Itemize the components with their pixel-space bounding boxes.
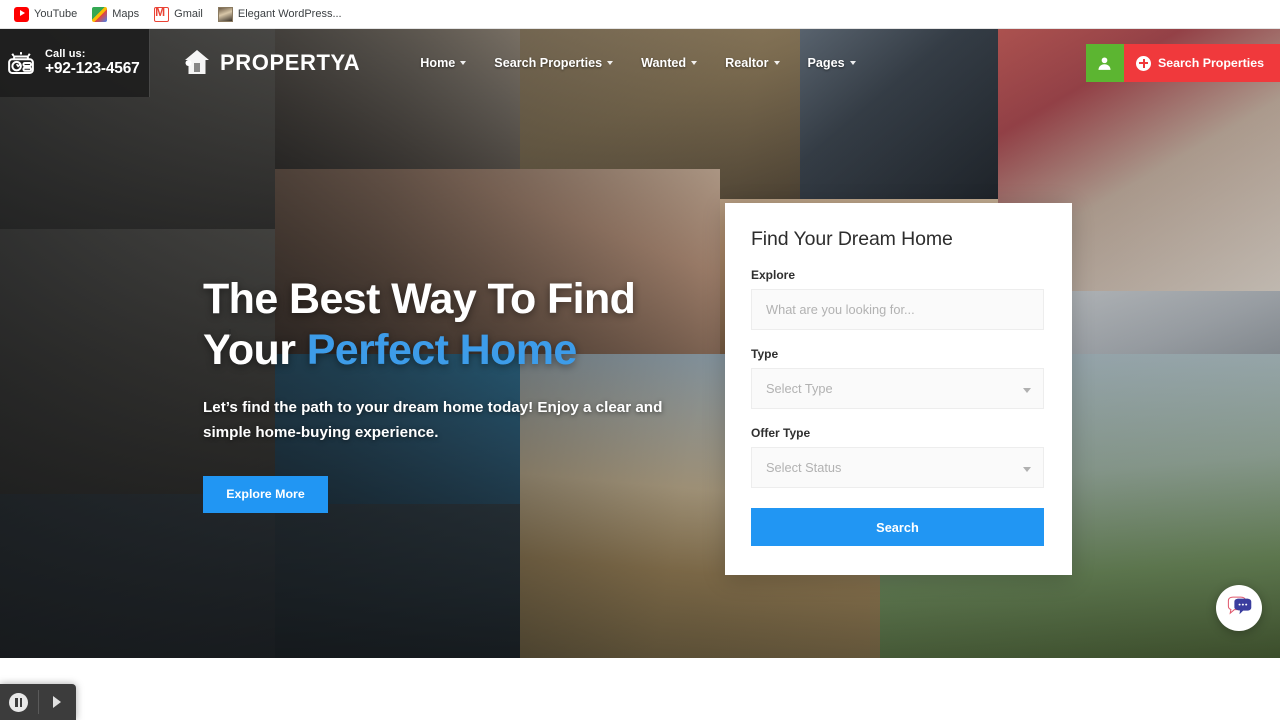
search-properties-label: Search Properties [1157,56,1264,70]
mouse-text-cursor [229,329,231,345]
site-logo[interactable]: PROPERTYA [183,29,360,97]
hero-content: The Best Way To Find Your Perfect Home L… [203,274,703,513]
youtube-icon [14,6,29,22]
property-search-card: Find Your Dream Home Explore What are yo… [725,203,1072,575]
nav-item-pages[interactable]: Pages [794,56,870,70]
chevron-down-icon [460,61,467,65]
recording-pause-button[interactable] [0,684,38,720]
search-properties-button[interactable]: Search Properties [1123,44,1280,82]
hero-heading-line2-plain: Your [203,325,307,374]
gmail-icon [154,6,170,22]
chevron-down-icon [773,61,780,65]
plus-circle-icon [1135,55,1151,71]
nav-item-home[interactable]: Home [406,56,480,70]
user-account-button[interactable] [1085,44,1124,82]
house-key-logo-icon [183,48,211,78]
chevron-down-icon [849,61,856,65]
header-actions: Search Properties [1085,29,1280,97]
explore-more-button[interactable]: Explore More [203,475,328,513]
nav-item-search-properties[interactable]: Search Properties [480,56,627,70]
phone-number[interactable]: +92-123-4567 [45,60,140,78]
chat-widget-button[interactable] [1216,585,1262,631]
chevron-down-icon [1023,467,1031,472]
webpage-viewport: Call us: +92-123-4567 PROPERTYA Home Sea… [0,29,1280,720]
chevron-down-icon [1023,388,1031,393]
hero-heading-line1: The Best Way To Find [203,275,636,323]
maps-icon [92,6,108,22]
main-navigation: Home Search Properties Wanted Realtor Pa… [406,29,869,97]
bookmark-label: Gmail [174,8,203,20]
pause-icon [9,692,29,712]
bookmark-maps[interactable]: Maps [86,5,148,24]
chevron-down-icon [691,61,698,65]
nav-label: Wanted [641,56,687,70]
offer-type-select[interactable]: Select Status [751,447,1044,488]
nav-label: Realtor [725,56,769,70]
bookmark-youtube[interactable]: YouTube [8,5,86,24]
browser-bookmark-bar: YouTube Maps Gmail Elegant WordPress... [0,0,1280,29]
wordpress-thumbnail-icon [217,6,233,22]
search-submit-button[interactable]: Search [751,508,1044,546]
offer-type-field-label: Offer Type [751,426,811,440]
bookmark-label: YouTube [34,8,78,20]
chevron-right-icon [53,696,62,708]
bookmark-label: Maps [112,8,140,20]
hero-section: Call us: +92-123-4567 PROPERTYA Home Sea… [0,29,1280,658]
hero-heading-line2-accent: Perfect Home [306,325,578,374]
hero-heading: The Best Way To Find Your Perfect Home [203,274,703,375]
telephone-icon [6,48,36,78]
bookmark-elegant-wordpress[interactable]: Elegant WordPress... [212,5,351,24]
nav-label: Search Properties [494,56,603,70]
user-icon [1098,56,1111,70]
offer-type-select-value: Select Status [766,460,842,475]
bookmark-gmail[interactable]: Gmail [148,5,212,24]
site-logo-text: PROPERTYA [220,50,361,75]
explore-field-label: Explore [751,268,796,282]
screen-recording-toolbar [0,684,76,720]
search-card-title: Find Your Dream Home [751,228,953,250]
explore-input[interactable]: What are you looking for... [751,289,1044,330]
nav-item-realtor[interactable]: Realtor [711,56,793,70]
nav-label: Home [420,56,456,70]
hero-subtitle: Let’s find the path to your dream home t… [203,399,663,442]
recording-expand-button[interactable] [38,684,76,720]
type-field-label: Type [751,347,779,361]
call-us-block: Call us: +92-123-4567 [0,29,150,97]
call-us-label: Call us: [45,47,86,60]
bookmark-label: Elegant WordPress... [237,8,342,20]
chevron-down-icon [607,61,614,65]
nav-item-wanted[interactable]: Wanted [627,56,711,70]
type-select-value: Select Type [766,381,833,396]
chat-bubble-icon [1227,596,1252,615]
nav-label: Pages [807,56,845,70]
type-select[interactable]: Select Type [751,368,1044,409]
explore-input-placeholder: What are you looking for... [766,302,915,317]
site-header: Call us: +92-123-4567 PROPERTYA Home Sea… [0,29,1280,97]
